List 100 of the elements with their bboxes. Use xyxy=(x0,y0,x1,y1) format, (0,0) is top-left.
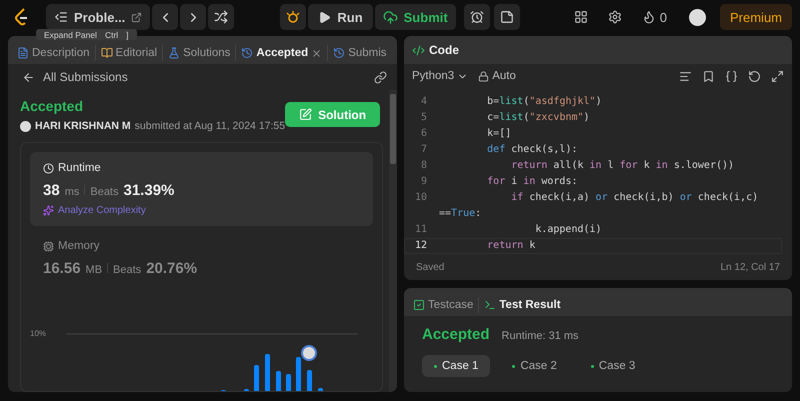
stat-unit: ms xyxy=(64,186,80,198)
user-marker-icon xyxy=(301,345,317,361)
alarm-clock-icon xyxy=(470,10,484,24)
beats-label: Beats xyxy=(90,186,118,198)
panel-tab[interactable]: Test Result xyxy=(479,297,566,313)
reset-icon[interactable] xyxy=(748,70,761,82)
beats-value: 31.39% xyxy=(124,182,174,199)
previous-button[interactable] xyxy=(152,4,178,30)
code-line: if check(i,a) or check(i,b) or check(i,c) xyxy=(510,191,758,205)
code-icon xyxy=(412,44,425,56)
sparkle-icon xyxy=(43,205,54,216)
all-submissions-link[interactable]: All Submissions xyxy=(43,70,128,84)
result-status: Accepted xyxy=(422,326,490,343)
stat-panel[interactable]: Memory 16.56 MB Beats 20.76% xyxy=(30,230,373,287)
stat-panel[interactable]: Runtime 38 ms Beats 31.39% Analyze Complexity xyxy=(30,152,373,226)
case-tab[interactable]: Case 3 xyxy=(578,355,648,377)
code-line: k.append(i) xyxy=(534,223,602,237)
code-line: k=[] xyxy=(486,127,512,141)
stat-title: Memory xyxy=(58,240,100,252)
run-button[interactable]: Run xyxy=(308,4,373,30)
line-number: 7 xyxy=(420,143,428,157)
auto-mode[interactable]: Auto xyxy=(478,70,516,82)
link-icon[interactable] xyxy=(374,70,387,84)
edit-icon xyxy=(299,108,312,121)
submission-time: submitted at Aug 11, 2024 17:55 xyxy=(134,120,286,132)
list-icon xyxy=(54,10,68,24)
stat-value: 38 xyxy=(43,182,60,199)
language-select[interactable]: Python3 xyxy=(412,70,468,82)
shortcut-key: ] xyxy=(126,30,129,40)
code-line: def check(s,l): xyxy=(486,143,578,157)
code-line: b=list("asdfghjkl") xyxy=(486,95,602,109)
result-runtime: Runtime: 31 ms xyxy=(502,330,579,342)
document-icon xyxy=(17,47,29,59)
note-icon xyxy=(500,10,514,24)
logo-icon[interactable] xyxy=(14,8,30,26)
code-line: return all(k in l for k in s.lower()) xyxy=(510,159,734,173)
shuffle-icon xyxy=(214,10,228,24)
shuffle-button[interactable] xyxy=(208,4,234,30)
terminal-icon xyxy=(484,299,496,311)
line-number: 11 xyxy=(414,223,428,237)
format-icon[interactable] xyxy=(679,70,692,82)
case-tab[interactable]: Case 1 xyxy=(422,355,490,377)
panel-tab[interactable]: Accepted xyxy=(236,45,328,61)
line-number: 8 xyxy=(420,159,428,173)
problem-list-button[interactable]: Proble... xyxy=(46,4,150,30)
cursor-position: Ln 12, Col 17 xyxy=(720,262,780,272)
flask-icon xyxy=(168,47,180,59)
line-number: 12 xyxy=(414,239,428,253)
settings-icon xyxy=(608,10,622,24)
code-line: ==True: xyxy=(439,207,482,221)
flame-icon xyxy=(642,10,656,24)
panel-tab[interactable]: Submis xyxy=(328,45,392,61)
braces-icon[interactable] xyxy=(725,70,738,82)
cloud-upload-icon xyxy=(382,10,398,24)
external-link-icon xyxy=(131,12,142,22)
axis-label: 10% xyxy=(30,329,46,338)
panel-title: Code xyxy=(429,43,459,57)
close-icon[interactable] xyxy=(311,48,322,58)
debug-button[interactable] xyxy=(280,4,306,30)
history-icon xyxy=(333,47,346,59)
case-tab[interactable]: Case 2 xyxy=(500,355,569,377)
scrollbar[interactable] xyxy=(389,90,397,392)
next-button[interactable] xyxy=(180,4,206,30)
user-name[interactable]: HARI KRISHNAN M xyxy=(35,120,131,132)
play-icon xyxy=(318,10,332,24)
premium-button[interactable]: Premium xyxy=(720,4,792,30)
panel-tab[interactable]: Description xyxy=(12,45,96,61)
code-line: for i in words: xyxy=(486,175,578,189)
line-number: 9 xyxy=(420,175,428,189)
beats-value: 20.76% xyxy=(146,260,198,277)
timer-button[interactable] xyxy=(464,4,490,30)
stat-value: 16.56 xyxy=(43,260,81,277)
panel-tab[interactable]: Testcase xyxy=(408,297,480,313)
bug-icon xyxy=(286,10,300,24)
bookmark-icon[interactable] xyxy=(702,70,715,82)
chip-icon xyxy=(43,240,54,252)
submit-button[interactable]: Submit xyxy=(374,4,456,30)
line-number: 4 xyxy=(420,95,428,109)
checkbox-icon xyxy=(413,299,425,311)
back-arrow-icon[interactable] xyxy=(22,70,35,84)
history-icon xyxy=(241,47,254,59)
save-status: Saved xyxy=(416,262,444,272)
book-icon xyxy=(100,47,113,59)
streak-button[interactable]: 0 xyxy=(634,10,675,24)
clock-icon xyxy=(43,162,54,174)
stat-title: Runtime xyxy=(58,162,101,174)
expand-icon[interactable] xyxy=(771,70,784,82)
stat-unit: MB xyxy=(86,264,102,276)
line-number: 6 xyxy=(420,127,428,141)
panel-tab[interactable]: Solutions xyxy=(163,45,236,61)
notes-button[interactable] xyxy=(494,4,520,30)
avatar[interactable] xyxy=(689,8,706,26)
user-avatar xyxy=(20,120,31,132)
beats-label: Beats xyxy=(113,264,142,276)
panel-tab[interactable]: Editorial xyxy=(96,45,164,61)
line-number: 5 xyxy=(420,111,428,125)
code-line: c=list("zxcvbnm") xyxy=(486,111,590,125)
grid-icon xyxy=(574,10,588,24)
tooltip-label: Expand Panel xyxy=(44,30,97,40)
submission-status: Accepted xyxy=(20,98,84,114)
